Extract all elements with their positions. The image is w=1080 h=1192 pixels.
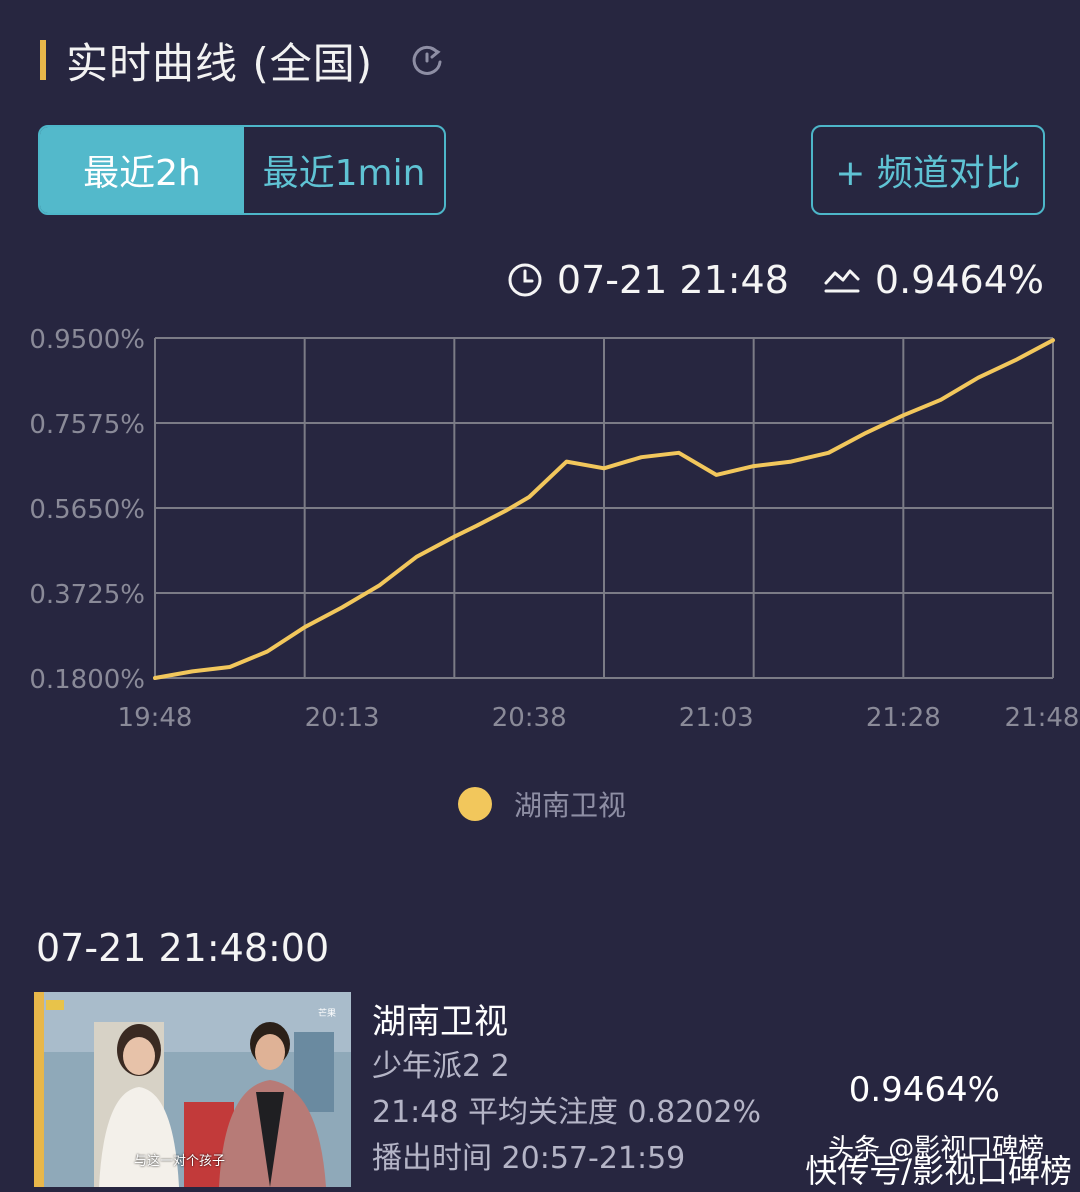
x-tick-label: 21:28 xyxy=(866,703,941,733)
program-thumbnail[interactable]: 芒果 与这一对个孩子 xyxy=(34,992,351,1187)
x-tick-label: 20:13 xyxy=(305,703,380,733)
y-tick-label: 0.5650% xyxy=(29,495,145,525)
x-tick-label: 19:48 xyxy=(118,703,193,733)
time-range-toggle: 最近2h 最近1min xyxy=(38,125,446,215)
readout-time: 07-21 21:48 xyxy=(556,258,789,302)
title-accent-bar xyxy=(40,40,46,80)
realtime-chart: 0.9500% 0.7575% 0.5650% 0.3725% 0.1800% 19:48… xyxy=(0,310,1080,750)
thumbnail-caption: 与这一对个孩子 xyxy=(134,1154,226,1169)
program-channel: 湖南卫视 xyxy=(372,1002,508,1042)
program-airtime: 播出时间 20:57-21:59 xyxy=(372,1141,686,1176)
trend-icon xyxy=(823,265,861,295)
readout-value: 0.9464% xyxy=(874,258,1044,302)
y-tick-label: 0.3725% xyxy=(29,580,145,610)
y-tick-label: 0.9500% xyxy=(29,325,145,355)
program-title: 少年派2 2 xyxy=(372,1049,510,1084)
y-tick-label: 0.1800% xyxy=(29,665,145,695)
chart-legend[interactable]: 湖南卫视 xyxy=(458,784,626,824)
tab-recent-1min[interactable]: 最近1min xyxy=(244,127,444,213)
tab-recent-2h[interactable]: 最近2h xyxy=(40,127,244,213)
program-info: 湖南卫视 少年派2 2 21:48 平均关注度 0.8202% 播出时间 20:… xyxy=(372,1000,761,1182)
channel-compare-button[interactable]: + 频道对比 xyxy=(811,125,1045,215)
x-tick-label: 20:38 xyxy=(492,703,567,733)
svg-text:芒果: 芒果 xyxy=(318,1007,336,1019)
legend-label: 湖南卫视 xyxy=(514,789,627,822)
watermark-kuaichuan: 快传号/影视口碑榜 xyxy=(805,1152,1072,1190)
thumbnail-accent-bar xyxy=(34,992,44,1187)
legend-dot xyxy=(458,787,492,821)
x-tick-label: 21:03 xyxy=(679,703,754,733)
page-title: 实时曲线 (全国) xyxy=(66,38,374,88)
clock-icon xyxy=(507,262,543,298)
x-tick-label: 21:48 xyxy=(1005,703,1080,733)
chart-svg: 0.9500% 0.7575% 0.5650% 0.3725% 0.1800% 19:48… xyxy=(29,325,1080,733)
program-average: 21:48 平均关注度 0.8202% xyxy=(372,1095,762,1130)
page-header: 实时曲线 (全国) xyxy=(40,32,447,88)
y-tick-label: 0.7575% xyxy=(29,410,145,440)
current-readout: 07-21 21:48 0.9464% xyxy=(507,252,1044,308)
detail-timestamp: 07-21 21:48:00 xyxy=(36,926,330,970)
refresh-icon[interactable] xyxy=(407,40,447,80)
program-current-value: 0.9464% xyxy=(848,1070,1000,1110)
